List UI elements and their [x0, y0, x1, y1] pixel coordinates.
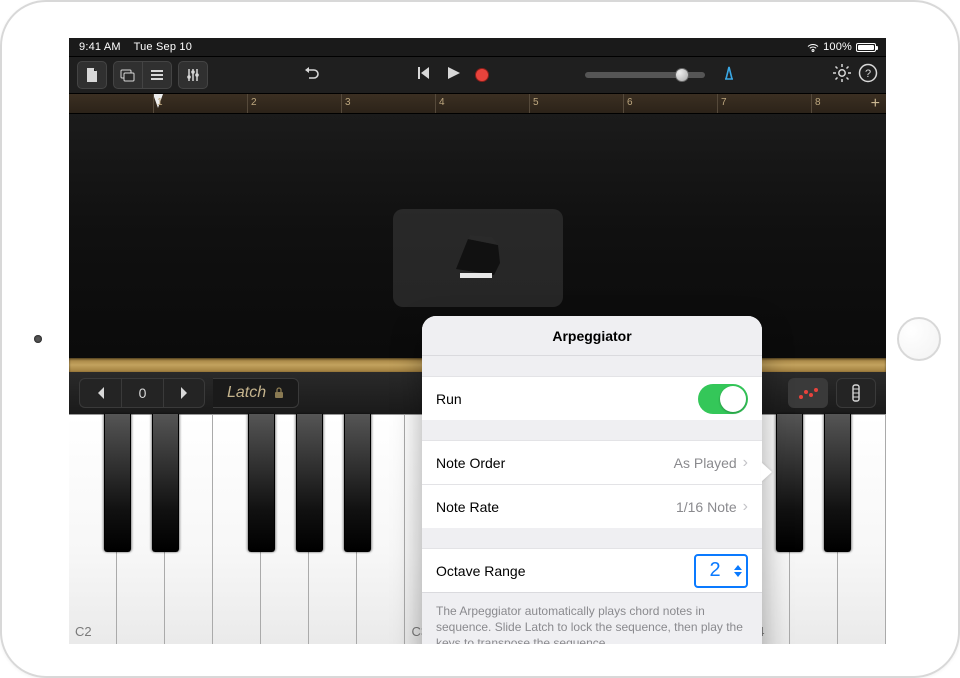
grand-piano-icon — [450, 235, 506, 281]
white-key[interactable] — [213, 414, 261, 644]
transport-controls — [415, 65, 489, 86]
ipad-frame: 9:41 AM Tue Sep 10 100% — [0, 0, 960, 678]
metronome-button[interactable] — [721, 65, 737, 86]
help-button[interactable]: ? — [858, 63, 878, 88]
bar-label: 6 — [627, 97, 633, 108]
bar-label: 8 — [815, 97, 821, 108]
stepper-up-icon[interactable] — [734, 565, 742, 570]
octave-display: 0 — [121, 378, 163, 408]
note-order-row[interactable]: Note Order As Played › — [422, 440, 762, 484]
chevron-right-icon: › — [743, 498, 748, 516]
chevron-right-icon: › — [743, 454, 748, 472]
add-section-button[interactable]: + — [871, 95, 880, 113]
octave-range-value: 2 — [700, 559, 730, 582]
note-rate-row[interactable]: Note Rate 1/16 Note › — [422, 484, 762, 528]
loop-browser-button[interactable] — [113, 61, 142, 89]
white-key[interactable] — [117, 414, 165, 644]
key-label: C2 — [75, 624, 92, 639]
keyboard-layout-button[interactable] — [836, 378, 876, 408]
undo-icon — [304, 65, 320, 81]
note-rate-value: 1/16 Note — [676, 499, 737, 515]
bar-label: 3 — [345, 97, 351, 108]
popover-help-text: The Arpeggiator automatically plays chor… — [422, 592, 762, 644]
gear-icon — [832, 63, 852, 83]
octave-down-button[interactable] — [79, 378, 121, 408]
track-view-button[interactable] — [142, 61, 172, 89]
battery-icon — [856, 43, 876, 52]
octave-range-label: Octave Range — [436, 563, 694, 579]
settings-button[interactable] — [832, 63, 852, 88]
master-volume-slider[interactable] — [585, 72, 705, 78]
arpeggiator-icon — [798, 386, 818, 400]
screen: 9:41 AM Tue Sep 10 100% — [69, 38, 886, 644]
stepper-down-icon[interactable] — [734, 572, 742, 577]
arpeggiator-popover: Arpeggiator Run Note Order As Played › N… — [422, 316, 762, 644]
toolbar: ? — [69, 56, 886, 94]
wifi-icon — [807, 43, 819, 52]
my-songs-button[interactable] — [77, 61, 107, 89]
sliders-icon — [185, 67, 201, 83]
octave-up-button[interactable] — [163, 378, 205, 408]
slider-knob[interactable] — [675, 68, 689, 82]
go-to-beginning-button[interactable] — [415, 65, 431, 86]
document-icon — [84, 67, 100, 83]
rewind-icon — [415, 65, 431, 81]
browser-icon — [120, 67, 136, 83]
bar-label: 5 — [533, 97, 539, 108]
white-key[interactable] — [309, 414, 357, 644]
bar-label: 4 — [439, 97, 445, 108]
white-key[interactable] — [165, 414, 213, 644]
track-controls-button[interactable] — [178, 61, 208, 89]
run-row: Run — [422, 376, 762, 420]
record-button[interactable] — [475, 68, 489, 82]
keyboard-glissando-icon — [849, 384, 863, 402]
white-key[interactable]: C2 — [69, 414, 117, 644]
run-toggle[interactable] — [698, 384, 748, 414]
play-icon — [445, 65, 461, 81]
bar-label: 2 — [251, 97, 257, 108]
status-date: Tue Sep 10 — [134, 41, 192, 53]
white-key[interactable] — [357, 414, 405, 644]
chevron-right-icon — [179, 387, 189, 399]
octave-range-stepper[interactable]: 2 — [694, 554, 748, 588]
timeline-ruler[interactable]: + 1 2 3 4 5 6 7 8 — [69, 94, 886, 114]
status-bar: 9:41 AM Tue Sep 10 100% — [69, 38, 886, 56]
chevron-left-icon — [96, 387, 106, 399]
instrument-stage: 0 Latch C2 — [69, 114, 886, 644]
white-key[interactable] — [790, 414, 838, 644]
status-time: 9:41 AM — [79, 41, 121, 53]
status-battery-percent: 100% — [823, 41, 852, 53]
run-label: Run — [436, 391, 698, 407]
popover-arrow — [761, 462, 772, 482]
note-order-label: Note Order — [436, 455, 674, 471]
arpeggiator-button[interactable] — [788, 378, 828, 408]
white-key[interactable] — [838, 414, 886, 644]
popover-title: Arpeggiator — [422, 316, 762, 356]
bar-label: 1 — [157, 97, 163, 108]
list-icon — [149, 67, 165, 83]
latch-label: Latch — [227, 384, 266, 402]
front-camera — [34, 335, 42, 343]
metronome-icon — [721, 65, 737, 81]
lock-icon — [274, 387, 284, 399]
bar-label: 7 — [721, 97, 727, 108]
white-key[interactable] — [261, 414, 309, 644]
record-icon — [475, 68, 489, 82]
play-button[interactable] — [445, 65, 461, 86]
octave-range-row: Octave Range 2 — [422, 548, 762, 592]
help-icon: ? — [858, 63, 878, 83]
instrument-selector[interactable] — [393, 209, 563, 307]
note-order-value: As Played — [674, 455, 737, 471]
undo-button[interactable] — [304, 65, 320, 86]
svg-text:?: ? — [865, 68, 871, 80]
note-rate-label: Note Rate — [436, 499, 676, 515]
home-button[interactable] — [897, 317, 941, 361]
latch-button[interactable]: Latch — [213, 378, 299, 408]
